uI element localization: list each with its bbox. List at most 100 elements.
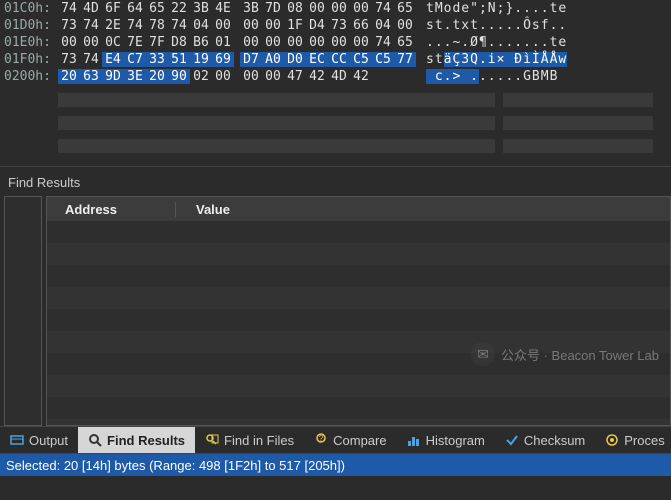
byte[interactable]: 69 (212, 52, 234, 67)
byte[interactable]: 77 (394, 52, 416, 67)
byte[interactable]: 73 (328, 18, 350, 33)
byte[interactable]: C5 (350, 52, 372, 67)
tab-checksum[interactable]: Checksum (495, 427, 595, 453)
results-header[interactable]: Address Value (47, 197, 670, 221)
byte[interactable]: 42 (306, 69, 328, 84)
byte[interactable]: 00 (284, 35, 306, 50)
byte[interactable]: 74 (124, 18, 146, 33)
hex-row[interactable]: 01C0h:744D6F6465223B4E3B7D080000007465tM… (4, 0, 667, 17)
byte[interactable]: C7 (124, 52, 146, 67)
byte[interactable]: 00 (58, 35, 80, 50)
byte[interactable]: 00 (306, 35, 328, 50)
ascii[interactable]: st.txt.....Ôsf.. (426, 18, 567, 33)
ascii[interactable]: stäÇ3Q.i× ÐìÌÅÅw (426, 52, 567, 67)
byte[interactable]: 63 (80, 69, 102, 84)
byte[interactable]: D7 (240, 52, 262, 67)
byte[interactable]: 00 (212, 18, 234, 33)
byte[interactable]: 04 (190, 18, 212, 33)
byte[interactable]: 00 (262, 69, 284, 84)
byte[interactable]: 3E (124, 69, 146, 84)
byte[interactable]: C5 (372, 52, 394, 67)
byte[interactable]: 22 (168, 1, 190, 16)
byte[interactable]: D0 (284, 52, 306, 67)
byte[interactable]: 19 (190, 52, 212, 67)
bytes[interactable]: 7374E4C733511969D7A0D0ECCCC5C577 (58, 52, 416, 67)
byte[interactable]: 1F (284, 18, 306, 33)
byte[interactable]: 00 (394, 18, 416, 33)
byte[interactable]: 65 (394, 1, 416, 16)
byte[interactable]: 65 (394, 35, 416, 50)
tab-find-results[interactable]: Find Results (78, 427, 195, 453)
byte[interactable]: 73 (58, 52, 80, 67)
byte[interactable] (394, 69, 416, 84)
byte[interactable]: 4D (328, 69, 350, 84)
byte[interactable]: 00 (212, 69, 234, 84)
byte[interactable]: 00 (350, 35, 372, 50)
byte[interactable]: 90 (168, 69, 190, 84)
byte[interactable]: 64 (124, 1, 146, 16)
byte[interactable]: 74 (372, 1, 394, 16)
tab-process[interactable]: Proces (595, 427, 671, 453)
byte[interactable]: 9D (102, 69, 124, 84)
byte[interactable]: 02 (190, 69, 212, 84)
byte[interactable]: 6F (102, 1, 124, 16)
byte[interactable]: 20 (146, 69, 168, 84)
column-value[interactable]: Value (176, 202, 670, 217)
hex-row[interactable]: 01F0h:7374E4C733511969D7A0D0ECCCC5C577st… (4, 51, 667, 68)
byte[interactable]: 42 (350, 69, 372, 84)
ascii[interactable]: ...~.Ø¶.......te (426, 35, 567, 50)
byte[interactable]: 7E (124, 35, 146, 50)
byte[interactable]: 3B (240, 1, 262, 16)
byte[interactable]: 00 (80, 35, 102, 50)
byte[interactable]: 65 (146, 1, 168, 16)
byte[interactable]: 78 (146, 18, 168, 33)
byte[interactable]: 00 (240, 35, 262, 50)
byte[interactable]: 47 (284, 69, 306, 84)
bottom-tab-bar[interactable]: Output Find Results Find in Files ? Comp… (0, 426, 671, 454)
byte[interactable]: E4 (102, 52, 124, 67)
byte[interactable]: 4D (80, 1, 102, 16)
byte[interactable]: 74 (80, 52, 102, 67)
byte[interactable]: 00 (262, 18, 284, 33)
column-address[interactable]: Address (47, 202, 176, 217)
byte[interactable]: 74 (168, 18, 190, 33)
byte[interactable]: A0 (262, 52, 284, 67)
byte[interactable]: 3B (190, 1, 212, 16)
byte[interactable]: CC (328, 52, 350, 67)
byte[interactable]: 00 (240, 69, 262, 84)
results-table[interactable]: Address Value (46, 196, 671, 426)
byte[interactable]: B6 (190, 35, 212, 50)
byte[interactable]: 04 (372, 18, 394, 33)
tab-output[interactable]: Output (0, 427, 78, 453)
byte[interactable]: 00 (328, 1, 350, 16)
byte[interactable]: 0C (102, 35, 124, 50)
byte[interactable]: 00 (328, 35, 350, 50)
hex-view[interactable]: 01C0h:744D6F6465223B4E3B7D080000007465tM… (0, 0, 671, 85)
bytes[interactable]: 00000C7E7FD8B6010000000000007465 (58, 35, 416, 50)
bytes[interactable]: 744D6F6465223B4E3B7D080000007465 (58, 1, 416, 16)
byte[interactable]: EC (306, 52, 328, 67)
tab-find-in-files[interactable]: Find in Files (195, 427, 304, 453)
byte[interactable]: 00 (306, 1, 328, 16)
byte[interactable]: 51 (168, 52, 190, 67)
byte[interactable]: D8 (168, 35, 190, 50)
tab-compare[interactable]: ? Compare (304, 427, 396, 453)
byte[interactable]: 00 (262, 35, 284, 50)
bytes[interactable]: 20639D3E20900200000047424D42 (58, 69, 416, 84)
tab-histogram[interactable]: Histogram (397, 427, 495, 453)
byte[interactable]: 00 (240, 18, 262, 33)
hex-row[interactable]: 01D0h:73742E747874040000001FD473660400st… (4, 17, 667, 34)
hex-row[interactable]: 01E0h:00000C7E7FD8B6010000000000007465..… (4, 34, 667, 51)
byte[interactable]: 7F (146, 35, 168, 50)
bytes[interactable]: 73742E747874040000001FD473660400 (58, 18, 416, 33)
byte[interactable] (372, 69, 394, 84)
byte[interactable]: 33 (146, 52, 168, 67)
byte[interactable]: 08 (284, 1, 306, 16)
byte[interactable]: 4E (212, 1, 234, 16)
byte[interactable]: D4 (306, 18, 328, 33)
byte[interactable]: 74 (372, 35, 394, 50)
byte[interactable]: 01 (212, 35, 234, 50)
byte[interactable]: 00 (350, 1, 372, 16)
results-gutter[interactable] (4, 196, 42, 426)
byte[interactable]: 74 (58, 1, 80, 16)
